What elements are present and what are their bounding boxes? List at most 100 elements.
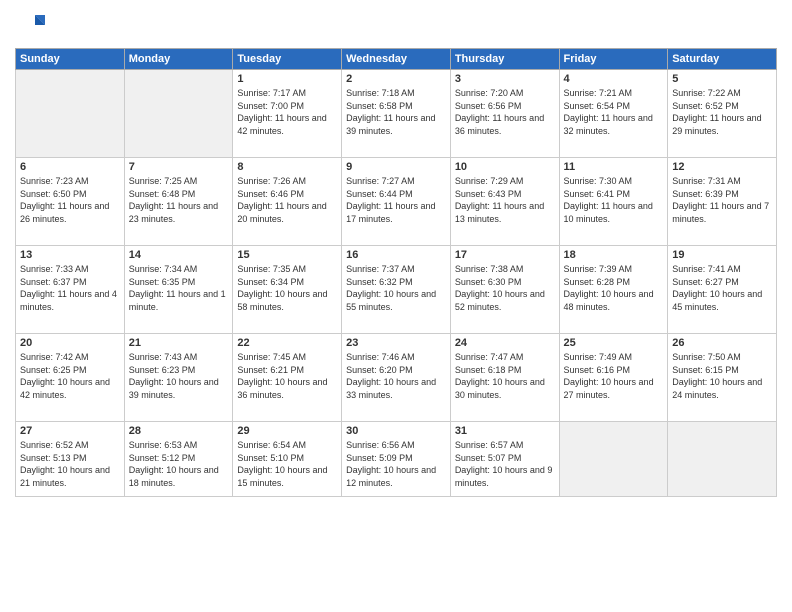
calendar-cell [668,422,777,497]
calendar-cell [16,70,125,158]
day-info: Sunrise: 7:27 AM Sunset: 6:44 PM Dayligh… [346,175,446,225]
day-info: Sunrise: 7:46 AM Sunset: 6:20 PM Dayligh… [346,351,446,401]
calendar-cell [559,422,668,497]
day-header: Monday [124,49,233,70]
calendar-week: 6 Sunrise: 7:23 AM Sunset: 6:50 PM Daylig… [16,158,777,246]
calendar-week: 13 Sunrise: 7:33 AM Sunset: 6:37 PM Dayli… [16,246,777,334]
day-number: 14 [129,249,229,261]
day-info: Sunrise: 7:22 AM Sunset: 6:52 PM Dayligh… [672,87,772,137]
calendar-cell: 16Sunrise: 7:37 AM Sunset: 6:32 PM Dayli… [342,246,451,334]
day-info: Sunrise: 7:41 AM Sunset: 6:27 PM Dayligh… [672,263,772,313]
calendar-cell: 21 Sunrise: 7:43 AM Sunset: 6:23 PM Dayli… [124,334,233,422]
day-info: Sunrise: 7:30 AM Sunset: 6:41 PM Dayligh… [564,175,664,225]
calendar-cell: 11 Sunrise: 7:30 AM Sunset: 6:41 PM Dayli… [559,158,668,246]
calendar-cell: 1 Sunrise: 7:17 AM Sunset: 7:00 PM Daylig… [233,70,342,158]
day-info: Sunrise: 6:57 AM Sunset: 5:07 PM Dayligh… [455,439,555,489]
day-info: Sunrise: 6:53 AM Sunset: 5:12 PM Dayligh… [129,439,229,489]
day-info: Sunrise: 7:21 AM Sunset: 6:54 PM Dayligh… [564,87,664,137]
calendar-cell: 13 Sunrise: 7:33 AM Sunset: 6:37 PM Dayli… [16,246,125,334]
calendar-cell: 12Sunrise: 7:31 AM Sunset: 6:39 PM Dayli… [668,158,777,246]
calendar-cell: 8 Sunrise: 7:26 AM Sunset: 6:46 PM Daylig… [233,158,342,246]
day-number: 10 [455,161,555,173]
day-number: 20 [20,337,120,349]
day-info: Sunrise: 7:42 AM Sunset: 6:25 PM Dayligh… [20,351,120,401]
calendar-cell: 25 Sunrise: 7:49 AM Sunset: 6:16 PM Dayli… [559,334,668,422]
day-info: Sunrise: 7:47 AM Sunset: 6:18 PM Dayligh… [455,351,555,401]
calendar-cell: 28 Sunrise: 6:53 AM Sunset: 5:12 PM Dayli… [124,422,233,497]
day-number: 31 [455,425,555,437]
day-number: 23 [346,337,446,349]
day-number: 11 [564,161,664,173]
calendar-cell: 29 Sunrise: 6:54 AM Sunset: 5:10 PM Dayli… [233,422,342,497]
day-info: Sunrise: 7:25 AM Sunset: 6:48 PM Dayligh… [129,175,229,225]
calendar-cell: 10 Sunrise: 7:29 AM Sunset: 6:43 PM Dayli… [450,158,559,246]
header [15,10,777,40]
day-header: Wednesday [342,49,451,70]
day-number: 1 [237,73,337,85]
calendar-cell: 4 Sunrise: 7:21 AM Sunset: 6:54 PM Daylig… [559,70,668,158]
day-number: 13 [20,249,120,261]
day-info: Sunrise: 7:50 AM Sunset: 6:15 PM Dayligh… [672,351,772,401]
day-number: 17 [455,249,555,261]
day-number: 19 [672,249,772,261]
day-info: Sunrise: 7:33 AM Sunset: 6:37 PM Dayligh… [20,263,120,313]
calendar-header: SundayMondayTuesdayWednesdayThursdayFrid… [16,49,777,70]
calendar-week: 27 Sunrise: 6:52 AM Sunset: 5:13 PM Dayli… [16,422,777,497]
day-info: Sunrise: 7:39 AM Sunset: 6:28 PM Dayligh… [564,263,664,313]
day-info: Sunrise: 7:23 AM Sunset: 6:50 PM Dayligh… [20,175,120,225]
day-info: Sunrise: 7:34 AM Sunset: 6:35 PM Dayligh… [129,263,229,313]
day-info: Sunrise: 7:17 AM Sunset: 7:00 PM Dayligh… [237,87,337,137]
day-header: Friday [559,49,668,70]
calendar-cell: 22Sunrise: 7:45 AM Sunset: 6:21 PM Dayli… [233,334,342,422]
calendar-cell: 30 Sunrise: 6:56 AM Sunset: 5:09 PM Dayli… [342,422,451,497]
calendar-week: 1 Sunrise: 7:17 AM Sunset: 7:00 PM Daylig… [16,70,777,158]
day-info: Sunrise: 7:18 AM Sunset: 6:58 PM Dayligh… [346,87,446,137]
day-number: 27 [20,425,120,437]
calendar-cell: 18Sunrise: 7:39 AM Sunset: 6:28 PM Dayli… [559,246,668,334]
calendar-table: SundayMondayTuesdayWednesdayThursdayFrid… [15,48,777,497]
page: SundayMondayTuesdayWednesdayThursdayFrid… [0,0,792,612]
day-info: Sunrise: 7:35 AM Sunset: 6:34 PM Dayligh… [237,263,337,313]
day-number: 8 [237,161,337,173]
day-info: Sunrise: 6:56 AM Sunset: 5:09 PM Dayligh… [346,439,446,489]
calendar-cell: 26 Sunrise: 7:50 AM Sunset: 6:15 PM Dayli… [668,334,777,422]
calendar-cell: 5Sunrise: 7:22 AM Sunset: 6:52 PM Daylig… [668,70,777,158]
day-info: Sunrise: 7:43 AM Sunset: 6:23 PM Dayligh… [129,351,229,401]
day-number: 6 [20,161,120,173]
day-info: Sunrise: 7:29 AM Sunset: 6:43 PM Dayligh… [455,175,555,225]
day-header: Sunday [16,49,125,70]
day-number: 28 [129,425,229,437]
day-info: Sunrise: 6:54 AM Sunset: 5:10 PM Dayligh… [237,439,337,489]
calendar-week: 20 Sunrise: 7:42 AM Sunset: 6:25 PM Dayli… [16,334,777,422]
calendar-cell [124,70,233,158]
day-info: Sunrise: 6:52 AM Sunset: 5:13 PM Dayligh… [20,439,120,489]
day-info: Sunrise: 7:38 AM Sunset: 6:30 PM Dayligh… [455,263,555,313]
calendar-cell: 14 Sunrise: 7:34 AM Sunset: 6:35 PM Dayli… [124,246,233,334]
calendar-cell: 3Sunrise: 7:20 AM Sunset: 6:56 PM Daylig… [450,70,559,158]
day-number: 25 [564,337,664,349]
calendar-cell: 17 Sunrise: 7:38 AM Sunset: 6:30 PM Dayli… [450,246,559,334]
day-number: 30 [346,425,446,437]
day-header: Thursday [450,49,559,70]
day-info: Sunrise: 7:45 AM Sunset: 6:21 PM Dayligh… [237,351,337,401]
day-header: Saturday [668,49,777,70]
day-header: Tuesday [233,49,342,70]
day-number: 26 [672,337,772,349]
day-info: Sunrise: 7:31 AM Sunset: 6:39 PM Dayligh… [672,175,772,225]
day-number: 4 [564,73,664,85]
day-info: Sunrise: 7:26 AM Sunset: 6:46 PM Dayligh… [237,175,337,225]
day-info: Sunrise: 7:49 AM Sunset: 6:16 PM Dayligh… [564,351,664,401]
header-row: SundayMondayTuesdayWednesdayThursdayFrid… [16,49,777,70]
day-number: 21 [129,337,229,349]
calendar-cell: 7Sunrise: 7:25 AM Sunset: 6:48 PM Daylig… [124,158,233,246]
day-number: 2 [346,73,446,85]
calendar-cell: 19 Sunrise: 7:41 AM Sunset: 6:27 PM Dayli… [668,246,777,334]
calendar-cell: 9Sunrise: 7:27 AM Sunset: 6:44 PM Daylig… [342,158,451,246]
day-number: 16 [346,249,446,261]
logo [15,10,47,40]
calendar-cell: 20 Sunrise: 7:42 AM Sunset: 6:25 PM Dayli… [16,334,125,422]
calendar-cell: 24Sunrise: 7:47 AM Sunset: 6:18 PM Dayli… [450,334,559,422]
logo-icon [15,10,45,40]
day-number: 29 [237,425,337,437]
calendar-cell: 6 Sunrise: 7:23 AM Sunset: 6:50 PM Daylig… [16,158,125,246]
